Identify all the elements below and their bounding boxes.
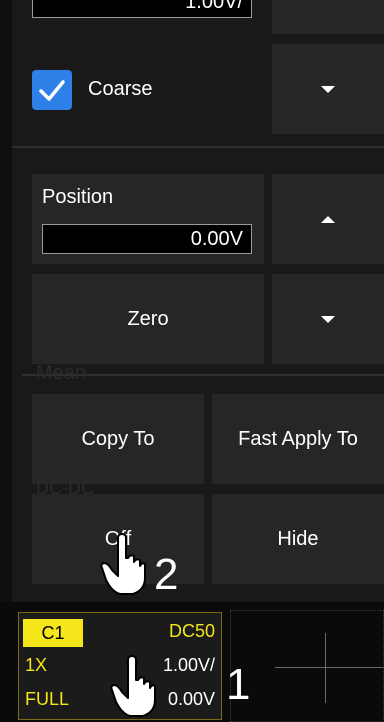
zero-label: Zero	[127, 307, 169, 330]
chevron-up-icon	[321, 215, 335, 223]
grid-vertical-line	[325, 633, 326, 703]
step-marker-2: 2	[154, 550, 179, 599]
zero-button[interactable]: Zero	[32, 274, 264, 364]
position-value-field[interactable]: 0.00V	[42, 224, 252, 254]
coarse-down-button[interactable]	[272, 44, 384, 134]
channel-probe: 1X	[25, 655, 48, 675]
copy-to-button[interactable]: Copy To	[32, 394, 204, 484]
position-value: 0.00V	[190, 228, 243, 250]
step-marker-1: 1	[226, 660, 251, 709]
fast-apply-to-button[interactable]: Fast Apply To	[212, 394, 384, 484]
hand-cursor-icon	[100, 533, 146, 595]
position-title: Position	[42, 186, 114, 208]
position-down-button[interactable]	[272, 274, 384, 364]
channel-coupling: DC50	[168, 621, 215, 641]
channel-scale: 1.00V/	[162, 655, 215, 675]
channel-name-badge: C1	[23, 619, 83, 647]
copy-to-label: Copy To	[81, 427, 155, 450]
scale-field-value: 1.00V/	[185, 0, 243, 13]
position-control[interactable]: Position 0.00V	[32, 174, 264, 264]
waveform-grid-preview	[230, 610, 384, 722]
position-up-button[interactable]	[272, 174, 384, 264]
grid-horizontal-line	[275, 667, 384, 668]
fast-apply-to-label: Fast Apply To	[238, 427, 358, 450]
scale-stepper-button[interactable]	[272, 0, 384, 34]
coarse-checkbox[interactable]	[32, 70, 72, 110]
coarse-label: Coarse	[88, 78, 153, 100]
section-divider	[12, 146, 384, 148]
channel-offset: 0.00V	[167, 689, 215, 709]
hide-label: Hide	[277, 527, 319, 550]
channel-name: C1	[41, 623, 65, 643]
chevron-down-icon	[321, 85, 335, 93]
checkmark-icon	[39, 80, 65, 101]
hide-button[interactable]: Hide	[212, 494, 384, 584]
mean-ghost-text: Mean	[36, 362, 87, 384]
channel-bandwidth: FULL	[25, 689, 70, 709]
scale-field[interactable]: 1.00V/	[32, 0, 252, 18]
chevron-down-icon	[321, 315, 335, 323]
hand-cursor-icon	[110, 655, 156, 717]
